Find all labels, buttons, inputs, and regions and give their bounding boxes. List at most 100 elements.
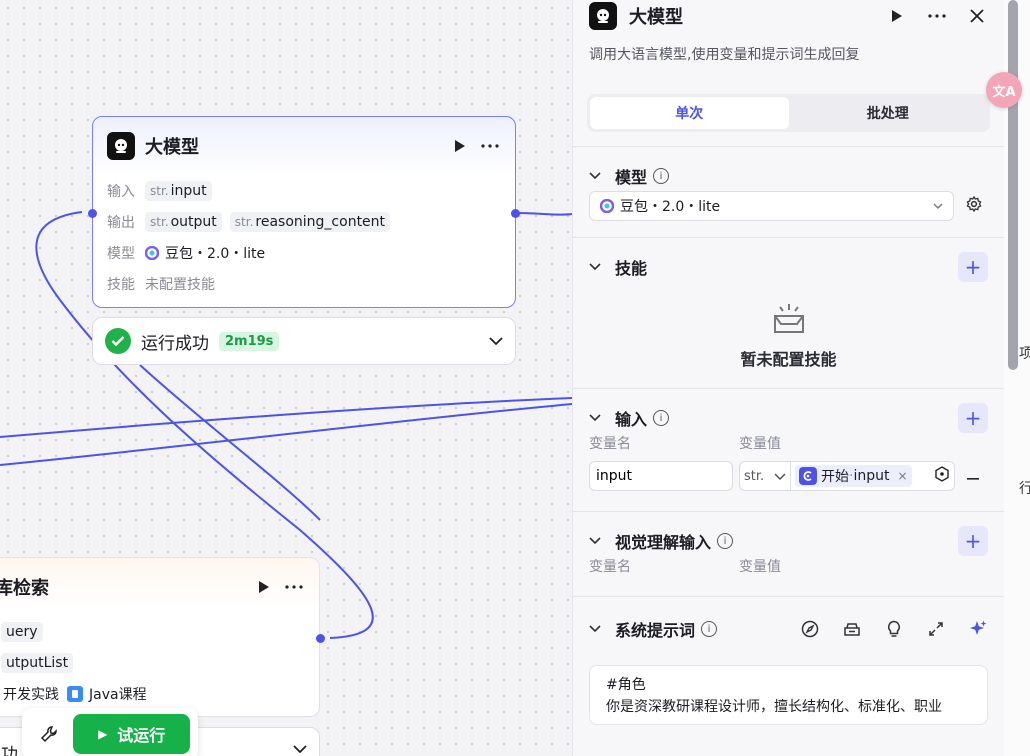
scrollbar-thumb[interactable]	[1008, 0, 1018, 370]
kb-list-row: 开发实践 Java课程	[0, 678, 319, 709]
input-var-name: input	[170, 182, 207, 199]
prompt-section-title: 系统提示词	[615, 621, 696, 640]
info-icon[interactable]: i	[701, 621, 718, 637]
llm-input-port[interactable]	[88, 209, 97, 218]
output-var-name: output	[170, 213, 217, 230]
model-select[interactable]: 豆包・2.0・lite	[589, 191, 954, 221]
model-value: 豆包・2.0・lite	[165, 245, 266, 262]
output-list-tag: utputList	[1, 652, 74, 673]
variable-picker-icon[interactable]	[934, 466, 950, 486]
play-icon[interactable]	[253, 576, 275, 598]
vision-column-headers: 变量名 变量值	[589, 556, 988, 596]
add-skill-button[interactable]: +	[958, 252, 988, 282]
start-node-icon	[799, 467, 817, 485]
input-tag: str. input	[145, 180, 212, 201]
status-text: 运行成功	[141, 333, 209, 354]
duration-badge: 2m19s	[219, 331, 280, 351]
chevron-down-icon[interactable]	[489, 337, 503, 345]
play-icon[interactable]	[449, 135, 471, 157]
kb-item: Java课程	[89, 686, 147, 703]
more-icon[interactable]	[479, 135, 501, 157]
llm-model-row: 模型 豆包・2.0・lite	[93, 237, 515, 268]
var-reference-chip: 开始 · input ×	[795, 465, 912, 487]
wrench-icon[interactable]	[38, 723, 59, 745]
add-input-button[interactable]: +	[958, 403, 988, 433]
kb-status-text: 功	[1, 745, 18, 756]
llm-input-row: 输入 str. input	[93, 175, 515, 206]
col-var-name: 变量名	[589, 436, 631, 452]
lightbulb-icon[interactable]	[884, 619, 904, 639]
close-icon[interactable]	[966, 5, 988, 27]
type-label: str.	[150, 214, 169, 229]
input-var-row: str. 开始 · input ×	[589, 461, 988, 491]
input-label: 输入	[107, 183, 135, 200]
model-select-row: 豆包・2.0・lite	[589, 191, 988, 237]
success-check-icon	[105, 328, 131, 354]
library-icon[interactable]	[842, 619, 862, 639]
chevron-down-icon[interactable]	[589, 169, 603, 183]
vision-section-title: 视觉理解输入	[615, 533, 712, 552]
kb-item: 开发实践	[3, 686, 59, 703]
gear-icon[interactable]	[966, 195, 982, 216]
info-icon[interactable]: i	[653, 168, 670, 184]
chevron-down-icon[interactable]	[589, 622, 603, 636]
more-icon[interactable]	[926, 5, 948, 27]
info-icon[interactable]: i	[653, 410, 670, 426]
doubao-logo-icon	[145, 245, 159, 260]
compass-icon[interactable]	[800, 619, 820, 639]
input-column-headers: 变量名 变量值	[589, 433, 988, 455]
var-reference-field[interactable]: 开始 · input ×	[791, 461, 955, 491]
col-var-value: 变量值	[739, 436, 781, 452]
ai-sparkle-icon[interactable]	[968, 619, 988, 639]
skill-empty-state: 暂未配置技能	[589, 296, 988, 388]
tab-batch[interactable]: 批处理	[789, 97, 988, 129]
skill-section-title: 技能	[615, 259, 648, 278]
remove-input-button[interactable]	[967, 468, 979, 484]
llm-run-status[interactable]: 运行成功 2m19s	[92, 317, 516, 365]
output-tag: str. output	[145, 211, 222, 232]
model-label: 模型	[107, 245, 135, 262]
add-vision-input-button[interactable]: +	[958, 526, 988, 556]
kb-node-title: 库检索	[0, 578, 49, 599]
input-section-title: 输入	[615, 410, 648, 429]
var-name-input[interactable]	[589, 461, 733, 491]
col-var-value: 变量值	[739, 559, 781, 575]
skill-section: 技能 + 暂未配置技能	[573, 238, 1004, 388]
bottom-toolbar: ▶ 试运行	[22, 708, 198, 756]
prompt-line: #角色	[606, 677, 646, 693]
translate-icon[interactable]: 文A	[986, 72, 1022, 108]
tab-single[interactable]: 单次	[590, 97, 789, 129]
expand-icon[interactable]	[926, 619, 946, 639]
more-icon[interactable]	[283, 576, 305, 598]
input-section: 输入 i + 变量名 变量值 str. 开始 · input ×	[573, 389, 1004, 511]
skill-value: 未配置技能	[145, 276, 215, 293]
system-prompt-editor[interactable]: #角色 你是资深教研课程设计师，擅长结构化、标准化、职业	[589, 665, 988, 725]
info-icon[interactable]: i	[717, 533, 734, 549]
run-mode-tabs: 单次 批处理	[587, 94, 990, 132]
clear-icon[interactable]: ×	[897, 469, 907, 483]
llm-output-port[interactable]	[511, 209, 520, 218]
llm-node-title: 大模型	[145, 137, 199, 158]
chevron-down-icon[interactable]	[589, 411, 603, 425]
chevron-down-icon[interactable]	[589, 260, 603, 274]
llm-node[interactable]: 大模型 输入 str. input 输出 str. output str. reaso…	[92, 116, 516, 308]
chevron-down-icon[interactable]	[589, 534, 603, 548]
chevron-down-icon[interactable]	[293, 745, 307, 753]
test-run-button[interactable]: ▶ 试运行	[73, 714, 190, 754]
play-icon[interactable]	[886, 5, 908, 27]
translate-label: 文A	[992, 84, 1016, 100]
prompt-toolbar	[800, 619, 988, 639]
skill-label: 技能	[107, 276, 135, 293]
skill-section-header[interactable]: 技能 +	[589, 238, 988, 296]
prompt-section-header[interactable]: 系统提示词 i	[589, 609, 988, 649]
panel-description: 调用大语言模型,使用变量和提示词生成回复	[589, 47, 860, 63]
kb-output-port[interactable]	[316, 634, 325, 643]
var-type-select[interactable]: str.	[739, 461, 791, 491]
kb-retrieval-node[interactable]: 库检索 uery utputList 开发实践 Java课程	[0, 557, 320, 717]
type-label: str.	[150, 183, 169, 198]
ref-node-name: 开始	[821, 469, 849, 485]
output-label: 输出	[107, 214, 135, 231]
reasoning-var-name: reasoning_content	[255, 213, 386, 230]
divider	[573, 596, 1004, 597]
background-peek-text: 项	[1019, 346, 1030, 362]
